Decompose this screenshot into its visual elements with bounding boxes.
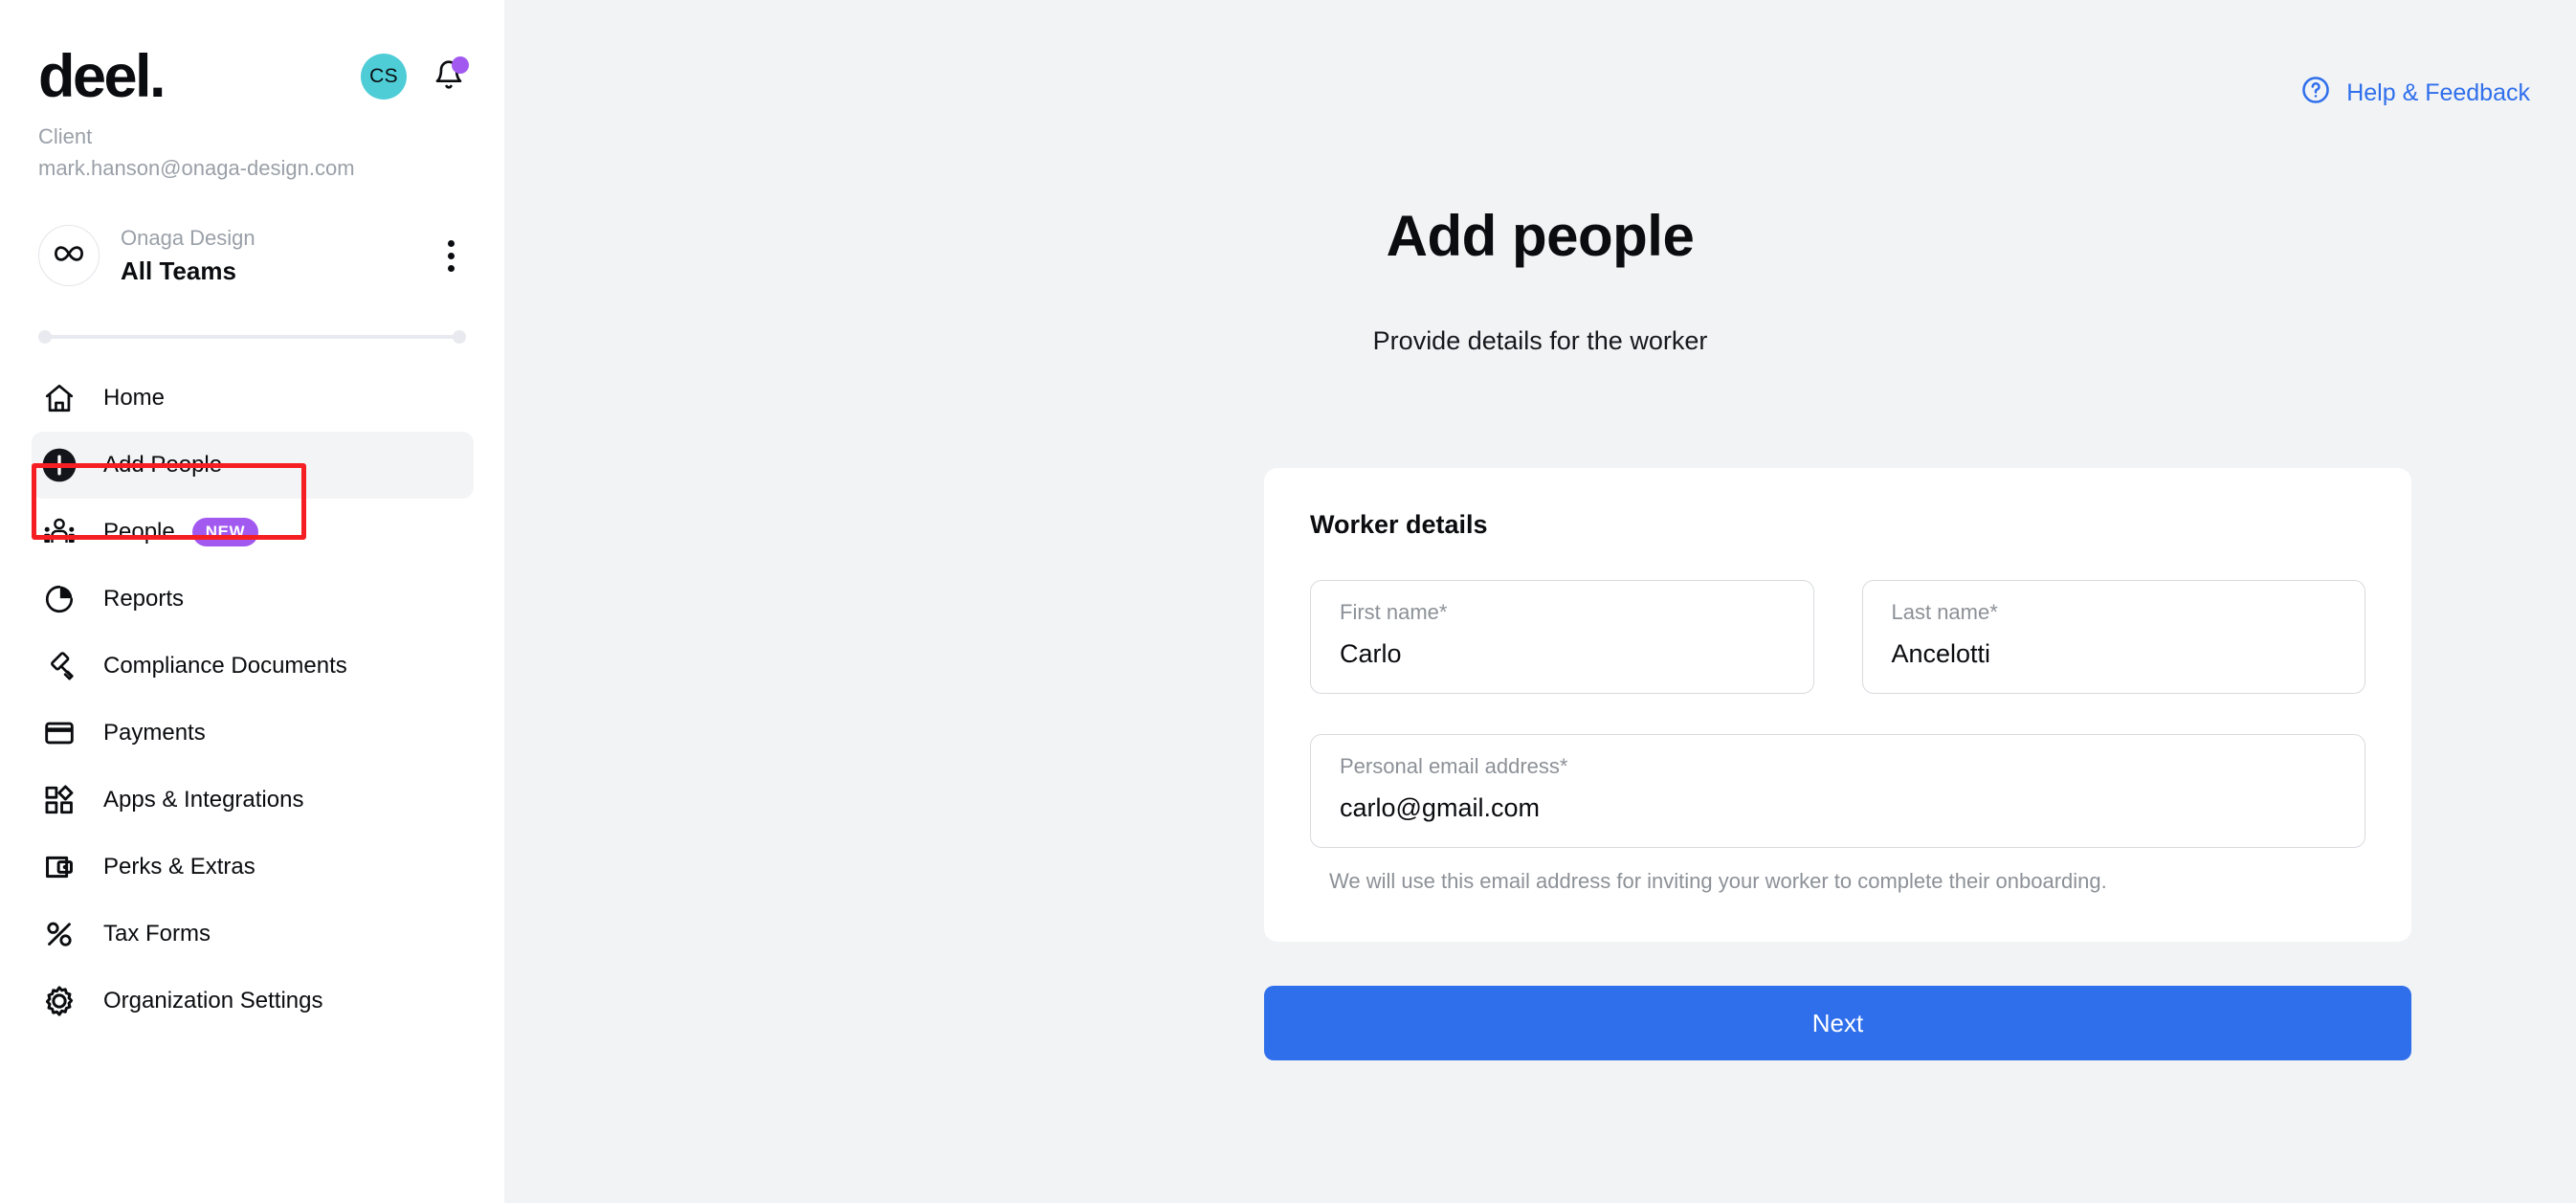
kebab-menu-icon[interactable] (440, 234, 462, 278)
next-button[interactable]: Next (1264, 986, 2411, 1060)
sidebar-header: deel. CS Client mark.hanson@onaga-design… (0, 0, 504, 288)
name-fields-row: First name* Carlo Last name* Ancelotti (1310, 580, 2365, 694)
sidebar-item-label: Organization Settings (103, 987, 323, 1014)
first-name-label: First name* (1340, 600, 1448, 624)
sidebar-item-tax-forms[interactable]: Tax Forms (32, 901, 466, 968)
status-badge: NEW (191, 517, 259, 546)
sidebar-item-perks-extras[interactable]: Perks & Extras (32, 834, 466, 901)
worker-details-card: Worker details First name* Carlo Last na… (1264, 468, 2411, 942)
apps-grid-icon (38, 784, 80, 816)
help-feedback-label: Help & Feedback (2346, 79, 2530, 106)
team-text: Onaga Design All Teams (121, 224, 255, 288)
team-selected-name: All Teams (121, 256, 236, 285)
first-name-field[interactable]: First name* Carlo (1310, 580, 1814, 694)
help-feedback-link[interactable]: Help & Feedback (2300, 75, 2530, 112)
sidebar-item-add-people[interactable]: Add People (32, 431, 474, 499)
user-role: Client (38, 124, 93, 148)
sidebar-item-label: Tax Forms (103, 920, 211, 947)
brand-row: deel. CS (38, 46, 469, 107)
kebab-dot (448, 264, 455, 272)
infinity-icon (53, 242, 85, 270)
divider-bar (45, 334, 459, 339)
last-name-label: Last name* (1891, 600, 1998, 624)
personal-email-value: carlo@gmail.com (1340, 793, 1540, 823)
gavel-icon (38, 650, 80, 682)
sidebar-item-label: Compliance Documents (103, 652, 347, 679)
app-root: deel. CS Client mark.hanson@onaga-design… (0, 0, 2576, 1203)
sidebar-item-compliance-documents[interactable]: Compliance Documents (32, 633, 466, 700)
personal-email-label: Personal email address* (1340, 753, 1568, 778)
home-icon (38, 382, 80, 414)
page-subtitle: Provide details for the worker (1372, 326, 1708, 355)
sidebar-item-label: Perks & Extras (103, 853, 255, 880)
personal-email-field[interactable]: Personal email address* carlo@gmail.com (1310, 733, 2365, 848)
last-name-value: Ancelotti (1891, 639, 1991, 669)
people-group-icon (38, 517, 80, 547)
sidebar-item-apps-integrations[interactable]: Apps & Integrations (32, 767, 466, 834)
wallet-icon (38, 851, 80, 883)
main-content: Help & Feedback Add people Provide detai… (504, 0, 2576, 1203)
deel-logo[interactable]: deel. (38, 46, 167, 107)
user-email: mark.hanson@onaga-design.com (38, 156, 355, 180)
sidebar-item-label: Reports (103, 585, 185, 612)
team-org-name: Onaga Design (121, 226, 255, 250)
kebab-dot (448, 239, 455, 247)
plus-circle-icon (38, 447, 80, 483)
email-field-row: Personal email address* carlo@gmail.com (1310, 733, 2365, 848)
sidebar-item-payments[interactable]: Payments (32, 700, 466, 767)
sidebar-item-label: Add People (103, 451, 223, 478)
sidebar-item-people[interactable]: People NEW (32, 499, 466, 566)
gear-icon (38, 984, 80, 1018)
team-selector[interactable]: Onaga Design All Teams (38, 224, 466, 288)
sidebar-item-home[interactable]: Home (32, 365, 466, 432)
notification-dot (452, 56, 469, 74)
percent-icon (38, 918, 80, 950)
credit-card-icon (38, 717, 80, 749)
sidebar-item-label: People (103, 518, 175, 545)
sidebar-item-organization-settings[interactable]: Organization Settings (32, 968, 466, 1035)
sidebar-item-label: Payments (103, 719, 206, 746)
sidebar-nav: Home Add People People NEW Reports Compl… (0, 365, 504, 1035)
avatar[interactable]: CS (361, 54, 407, 100)
last-name-field[interactable]: Last name* Ancelotti (1861, 580, 2365, 694)
sidebar-item-label: Home (103, 384, 166, 411)
sidebar-divider (38, 329, 466, 344)
team-avatar (38, 225, 100, 287)
sidebar-item-reports[interactable]: Reports (32, 566, 466, 633)
question-circle-icon (2300, 75, 2331, 112)
sidebar-item-label: Apps & Integrations (103, 786, 304, 813)
notifications-button[interactable] (432, 56, 469, 96)
page-title: Add people (1386, 204, 1695, 268)
divider-dot-right (453, 329, 466, 344)
brand-actions: CS (361, 54, 469, 100)
email-helper-text: We will use this email address for invit… (1329, 868, 2107, 893)
card-title: Worker details (1310, 510, 1488, 539)
pie-chart-icon (38, 583, 80, 615)
first-name-value: Carlo (1340, 639, 1402, 669)
kebab-dot (448, 252, 455, 259)
sidebar: deel. CS Client mark.hanson@onaga-design… (0, 0, 504, 1203)
